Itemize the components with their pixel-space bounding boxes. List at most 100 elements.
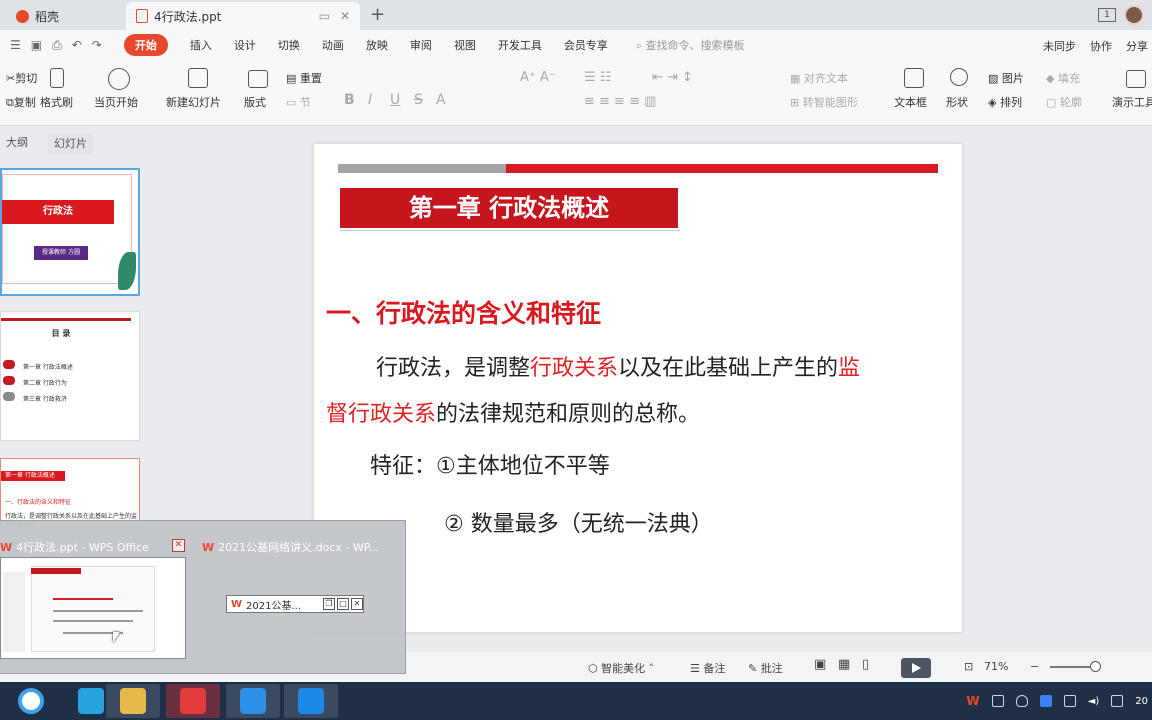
copy-button[interactable]: ⧉复制: [6, 94, 36, 110]
reset-button[interactable]: ▤ 重置: [286, 70, 322, 86]
menu-review[interactable]: 审阅: [410, 37, 432, 53]
docer-logo-icon: [16, 9, 29, 23]
feature-1[interactable]: 特征：①主体地位不平等: [370, 448, 610, 480]
fill-button[interactable]: ◆ 填充: [1046, 70, 1080, 86]
definition-line-1[interactable]: 行政法，是调整行政关系以及在此基础上产生的监: [376, 350, 860, 382]
new-slide-button[interactable]: 新建幻灯片: [166, 94, 221, 110]
security-app-icon[interactable]: [1039, 695, 1052, 707]
section-title[interactable]: 一、行政法的含义和特征: [326, 294, 601, 330]
tab-close-icon[interactable]: ✕: [340, 9, 350, 23]
slideshow-play-button[interactable]: [901, 658, 931, 678]
collab-button[interactable]: 协作: [1090, 38, 1112, 54]
taskbar-app-1[interactable]: [4, 684, 58, 718]
underline-button[interactable]: U: [390, 92, 400, 108]
presenter-tools-button[interactable]: 演示工具: [1112, 94, 1152, 110]
layout-button[interactable]: 版式: [244, 94, 266, 110]
tab-slides[interactable]: 幻灯片: [48, 134, 93, 154]
restore-icon[interactable]: ❐: [323, 598, 335, 610]
strike-button[interactable]: S: [414, 92, 423, 108]
print-icon[interactable]: ⎙: [52, 38, 62, 53]
cut-button[interactable]: ✂剪切: [6, 70, 37, 86]
share-button[interactable]: 分享: [1126, 38, 1148, 54]
menu-view[interactable]: 视图: [454, 37, 476, 53]
user-avatar[interactable]: [1124, 5, 1144, 25]
preview-window-2-thumbnail[interactable]: W 2021公基... ❐ □ ✕: [226, 595, 364, 613]
battery-icon[interactable]: [991, 695, 1004, 707]
taskbar-app-6[interactable]: [284, 684, 338, 718]
wps-tray-icon[interactable]: W: [966, 694, 979, 708]
fit-window-icon[interactable]: ⊡: [964, 660, 973, 673]
new-tab-button[interactable]: +: [370, 4, 385, 25]
sorter-view-icon[interactable]: ▦: [838, 657, 850, 672]
shield-icon[interactable]: [1015, 695, 1028, 707]
outline-button[interactable]: ▢ 轮廓: [1046, 94, 1082, 110]
normal-view-icon[interactable]: ▣: [814, 657, 826, 672]
undo-icon[interactable]: ↶: [72, 38, 82, 52]
reading-view-icon[interactable]: ▯: [862, 657, 869, 672]
zoom-level[interactable]: 71%: [984, 660, 1008, 673]
menu-animation[interactable]: 动画: [322, 37, 344, 53]
preview-window-2-title[interactable]: W 2021公基网络讲义.docx - WP...: [202, 539, 379, 555]
thumbnail-slide-2[interactable]: 目 录 第一章 行政法概述 第二章 行政行为 第三章 行政救济: [0, 311, 140, 441]
network-icon[interactable]: [1063, 695, 1076, 707]
zoom-out-button[interactable]: −: [1030, 660, 1039, 673]
smartart-icon: ⊞: [790, 96, 803, 109]
sync-button[interactable]: 未同步: [1043, 38, 1076, 54]
preview-window-1-title[interactable]: W 4行政法.ppt - WPS Office: [0, 539, 149, 555]
thumbnail-slide-3[interactable]: 第一章 行政法概述 一、行政法的含义和特征 行政法，是调整行政关系以及在此基础上…: [0, 458, 140, 528]
tab-pin-icon[interactable]: ▭: [319, 9, 330, 23]
font-size-increase[interactable]: A⁺ A⁻: [520, 70, 556, 85]
taskbar-app-4[interactable]: [166, 684, 220, 718]
menu-transition[interactable]: 切换: [278, 37, 300, 53]
definition-line-2[interactable]: 督行政关系的法律规范和原则的总称。: [326, 396, 700, 428]
new-slide-icon: [188, 68, 208, 88]
slide-canvas[interactable]: 第一章 行政法概述 一、行政法的含义和特征 行政法，是调整行政关系以及在此基础上…: [314, 144, 962, 632]
menu-developer[interactable]: 开发工具: [498, 37, 542, 53]
tab-document[interactable]: 4行政法.ppt ▭ ✕: [126, 2, 360, 30]
menu-insert[interactable]: 插入: [190, 37, 212, 53]
align-text-button[interactable]: ▦ 对齐文本: [790, 70, 848, 86]
section-button[interactable]: ▭ 节: [286, 94, 311, 110]
clock[interactable]: 20: [1135, 696, 1148, 707]
menu-design[interactable]: 设计: [234, 37, 256, 53]
feature-2[interactable]: ② 数量最多（无统一法典）: [444, 506, 713, 538]
tab-home[interactable]: 稻壳: [0, 2, 122, 30]
save-icon[interactable]: ▣: [31, 38, 42, 52]
taskbar-app-5[interactable]: [226, 684, 280, 718]
redo-icon[interactable]: ↷: [92, 38, 102, 52]
comment-button[interactable]: ✎ 批注: [748, 660, 783, 676]
from-current-button[interactable]: 当页开始: [94, 94, 138, 110]
smartart-button[interactable]: ⊞ 转智能图形: [790, 94, 858, 110]
arrange-button[interactable]: ◈ 排列: [988, 94, 1022, 110]
menu-slideshow[interactable]: 放映: [366, 37, 388, 53]
align-icon[interactable]: ≡ ≡ ≡ ≡ ▥: [584, 94, 656, 109]
menu-icon[interactable]: ☰: [10, 38, 21, 52]
list-icon[interactable]: ☰ ☷: [584, 70, 611, 85]
indent-icon[interactable]: ⇤ ⇥ ↕: [652, 70, 693, 85]
tab-count-icon[interactable]: 1: [1098, 8, 1116, 22]
chapter-title[interactable]: 第一章 行政法概述: [340, 188, 678, 228]
picture-button[interactable]: ▨ 图片: [988, 70, 1024, 86]
close-icon[interactable]: ✕: [351, 598, 363, 610]
comment-icon: ✎: [748, 662, 761, 675]
maximize-icon[interactable]: □: [337, 598, 349, 610]
preview-window-1-thumbnail[interactable]: [0, 557, 186, 659]
italic-button[interactable]: I: [368, 92, 372, 108]
taskbar-app-3[interactable]: [106, 684, 160, 718]
font-color-button[interactable]: A: [436, 92, 446, 108]
tab-outline[interactable]: 大纲: [6, 134, 28, 154]
volume-icon[interactable]: ◄): [1088, 696, 1100, 707]
notes-button[interactable]: ☰ 备注: [690, 660, 725, 676]
notification-icon[interactable]: [1111, 695, 1124, 707]
thumbnail-slide-1[interactable]: 行政法 授课教师 方圆: [0, 168, 140, 296]
beautify-button[interactable]: ⬡ 智能美化 ˄: [588, 660, 654, 676]
preview-close-icon[interactable]: ✕: [172, 539, 185, 552]
menu-home[interactable]: 开始: [123, 34, 168, 56]
textbox-button[interactable]: 文本框: [894, 94, 927, 110]
shape-button[interactable]: 形状: [946, 94, 968, 110]
zoom-slider-handle[interactable]: [1090, 661, 1101, 672]
menu-member[interactable]: 会员专享: [564, 37, 608, 53]
format-painter-button[interactable]: 格式刷: [40, 94, 73, 110]
command-search[interactable]: ⌕ 查找命令、搜索模板: [636, 37, 745, 53]
bold-button[interactable]: B: [344, 92, 355, 108]
